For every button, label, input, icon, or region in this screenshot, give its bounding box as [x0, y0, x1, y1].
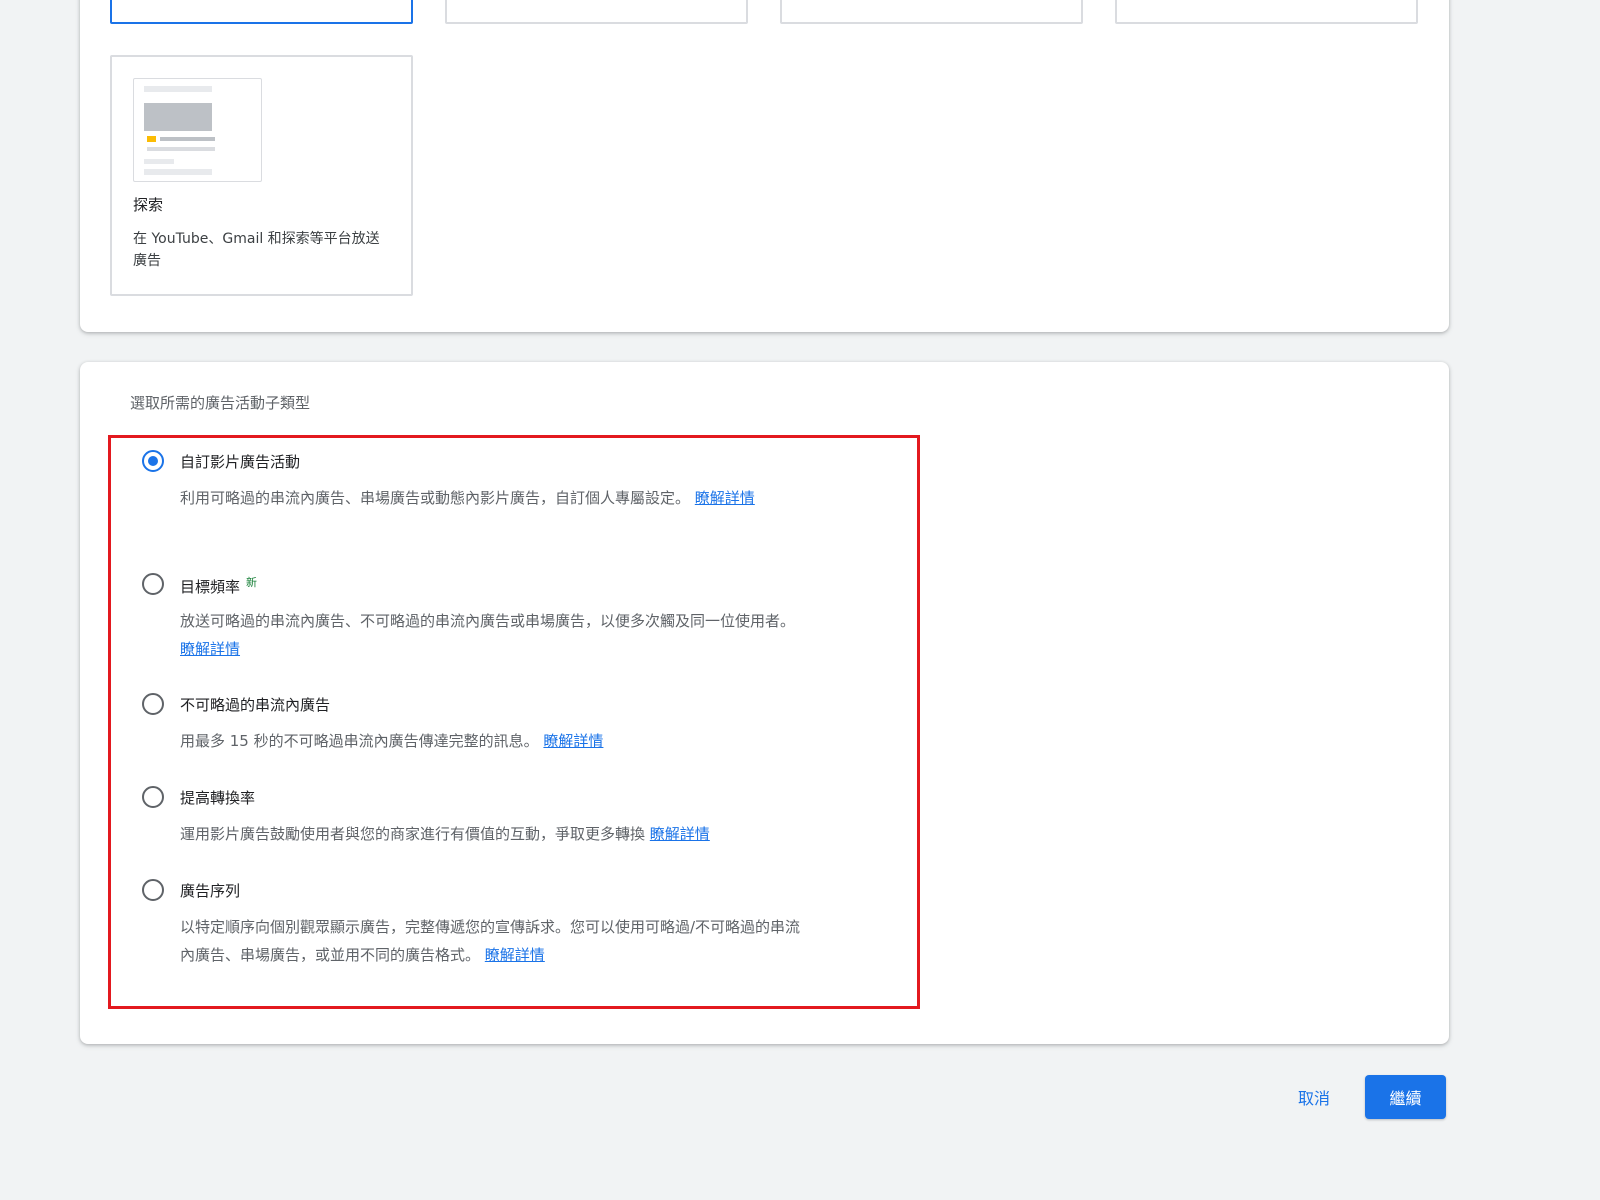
learn-more-link[interactable]: 瞭解詳情 — [485, 946, 545, 964]
option-title: 自訂影片廣告活動 — [180, 453, 301, 471]
radio-button[interactable] — [142, 786, 164, 808]
tile-title: 探索 — [133, 196, 164, 214]
learn-more-link[interactable]: 瞭解詳情 — [543, 732, 603, 750]
option-description: 用最多 15 秒的不可略過串流內廣告傳達完整的訊息。 瞭解詳情 — [180, 732, 604, 750]
new-badge: 新 — [246, 576, 258, 589]
subtype-card: 選取所需的廣告活動子類型 自訂影片廣告活動 利用可略過的串流內廣告、串場廣告或動… — [80, 362, 1449, 1044]
option-title: 目標頻率新 — [180, 576, 258, 596]
learn-more-link[interactable]: 瞭解詳情 — [695, 489, 755, 507]
option-title: 廣告序列 — [180, 882, 241, 900]
option-description: 利用可略過的串流內廣告、串場廣告或動態內影片廣告，自訂個人專屬設定。 瞭解詳情 — [180, 489, 755, 507]
tile-description: 在 YouTube、Gmail 和探索等平台放送廣告 — [133, 231, 380, 269]
section-label: 選取所需的廣告活動子類型 — [130, 394, 311, 412]
option-description: 以特定順序向個別觀眾顯示廣告，完整傳遞您的宣傳訴求。您可以使用可略過/不可略過的… — [180, 918, 801, 964]
option-title: 提高轉換率 — [180, 789, 256, 807]
radio-button[interactable] — [142, 693, 164, 715]
campaign-type-tile[interactable] — [445, 0, 748, 24]
option-title: 不可略過的串流內廣告 — [180, 696, 331, 714]
campaign-type-tile-selected[interactable] — [110, 0, 413, 24]
continue-button[interactable]: 繼續 — [1365, 1075, 1446, 1119]
cancel-button[interactable]: 取消 — [1280, 1075, 1348, 1119]
campaign-type-card: 探索 在 YouTube、Gmail 和探索等平台放送廣告 — [80, 0, 1449, 332]
campaign-type-tile-discovery[interactable]: 探索 在 YouTube、Gmail 和探索等平台放送廣告 — [110, 55, 413, 296]
radio-button-checked[interactable] — [142, 450, 164, 472]
learn-more-link[interactable]: 瞭解詳情 — [650, 825, 710, 843]
campaign-type-tile[interactable] — [1115, 0, 1418, 24]
option-description: 放送可略過的串流內廣告、不可略過的串流內廣告或串場廣告，以便多次觸及同一位使用者… — [180, 612, 796, 658]
option-description: 運用影片廣告鼓勵使用者與您的商家進行有價值的互動，爭取更多轉換 瞭解詳情 — [180, 825, 710, 843]
radio-button[interactable] — [142, 879, 164, 901]
radio-button[interactable] — [142, 573, 164, 595]
discovery-thumbnail-icon — [133, 78, 262, 182]
campaign-type-tile[interactable] — [780, 0, 1083, 24]
learn-more-link[interactable]: 瞭解詳情 — [180, 640, 240, 658]
